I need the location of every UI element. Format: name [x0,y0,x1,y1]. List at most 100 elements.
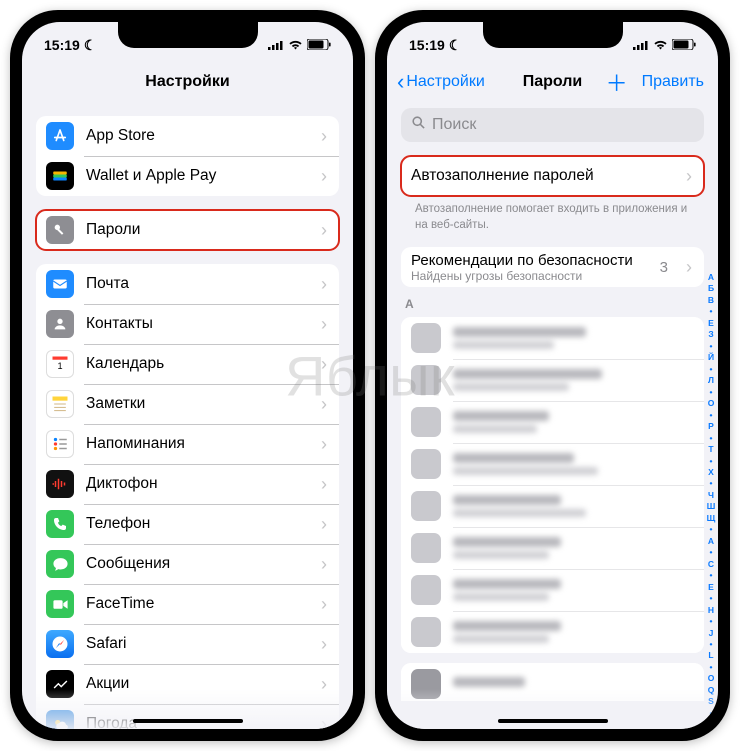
password-item[interactable] [401,317,704,359]
row-label: Автозаполнение паролей [411,167,674,185]
phone-right: 15:19 ☾ ‹ Настройки Пароли ＋ Править [375,10,730,741]
chevron-right-icon: › [321,474,327,495]
row-stocks[interactable]: Акции› [36,664,339,704]
chevron-right-icon: › [321,514,327,535]
row-passwords[interactable]: Пароли › [36,210,339,250]
search-placeholder: Поиск [432,116,476,134]
row-label: Почта [86,275,309,293]
password-item[interactable] [401,359,704,401]
cellular-icon [268,37,284,53]
password-list [401,317,704,653]
row-mail[interactable]: Почта › [36,264,339,304]
row-safari[interactable]: Safari › [36,624,339,664]
battery-icon [307,37,331,53]
password-item[interactable] [401,443,704,485]
facetime-icon [46,590,74,618]
page-title: Пароли [523,73,583,91]
group-apps: Почта › Контакты › 1 Календарь› Заметки › [36,264,339,729]
password-item[interactable] [401,611,704,653]
row-label: Заметки [86,395,309,413]
chevron-right-icon: › [321,314,327,335]
site-avatar [411,491,441,521]
chevron-right-icon: › [321,634,327,655]
chevron-right-icon: › [321,594,327,615]
row-voice-memos[interactable]: Диктофон › [36,464,339,504]
search-icon [411,115,426,135]
home-indicator[interactable] [133,719,243,723]
row-facetime[interactable]: FaceTime› [36,584,339,624]
search-input[interactable]: Поиск [401,108,704,142]
row-label: Пароли [86,221,309,239]
chevron-right-icon: › [321,354,327,375]
group-security-recs: Рекомендации по безопасности Найдены угр… [401,247,704,287]
autofill-hint: Автозаполнение помогает входить в прилож… [401,196,704,233]
row-label: Напоминания [86,435,309,453]
row-phone[interactable]: Телефон › [36,504,339,544]
row-messages[interactable]: Сообщения› [36,544,339,584]
password-item[interactable] [401,401,704,443]
person-icon [46,310,74,338]
calendar-icon: 1 [46,350,74,378]
password-list [401,663,704,701]
row-app-store[interactable]: App Store › [36,116,339,156]
do-not-disturb-icon: ☾ [449,37,462,54]
row-notes[interactable]: Заметки › [36,384,339,424]
notch [118,22,258,48]
password-item[interactable] [401,527,704,569]
row-calendar[interactable]: 1 Календарь› [36,344,339,384]
site-avatar [411,617,441,647]
chevron-right-icon: › [321,166,327,187]
wifi-icon [653,37,668,53]
row-autofill-passwords[interactable]: Автозаполнение паролей › [401,156,704,196]
count-badge: 3 [660,259,668,276]
note-icon [46,390,74,418]
nav-bar: ‹ Настройки Пароли ＋ Править [387,62,718,102]
row-label: Телефон [86,515,309,533]
row-label: App Store [86,127,309,145]
voice-memos-icon [46,470,74,498]
row-label: Диктофон [86,475,309,493]
mail-icon [46,270,74,298]
chevron-left-icon: ‹ [397,69,404,95]
row-security-recommendations[interactable]: Рекомендации по безопасности Найдены угр… [401,247,704,287]
row-label: Wallet и Apple Pay [86,167,309,185]
status-time: 15:19 [44,37,80,53]
alphabet-index[interactable]: AБВЕЗЙЛОРТХЧШЩАСЕНJLOQSUXZ# [705,272,717,713]
chevron-right-icon: › [686,257,692,278]
weather-icon [46,710,74,729]
battery-icon [672,37,696,53]
add-button[interactable]: ＋ [606,66,628,98]
phone-icon [46,510,74,538]
group-autofill: Автозаполнение паролей › [401,156,704,196]
row-label: Акции [86,675,309,693]
back-label: Настройки [406,73,484,91]
password-item[interactable] [401,485,704,527]
row-contacts[interactable]: Контакты › [36,304,339,344]
home-indicator[interactable] [498,719,608,723]
chevron-right-icon: › [321,394,327,415]
do-not-disturb-icon: ☾ [84,37,97,54]
wifi-icon [288,37,303,53]
chevron-right-icon: › [321,274,327,295]
edit-button[interactable]: Править [642,73,704,91]
back-button[interactable]: ‹ Настройки [397,69,485,95]
password-item[interactable] [401,663,704,701]
nav-bar: Настройки [22,62,353,102]
site-avatar [411,575,441,605]
row-wallet[interactable]: Wallet и Apple Pay › [36,156,339,196]
password-item[interactable] [401,569,704,611]
safari-icon [46,630,74,658]
wallet-icon [46,162,74,190]
row-label: Safari [86,635,309,653]
key-icon [46,216,74,244]
site-avatar [411,365,441,395]
row-reminders[interactable]: Напоминания› [36,424,339,464]
row-label: Контакты [86,315,309,333]
row-label: Сообщения [86,555,309,573]
site-avatar [411,669,441,699]
messages-icon [46,550,74,578]
row-weather[interactable]: Погода› [36,704,339,729]
chevron-right-icon: › [321,714,327,730]
chevron-right-icon: › [321,220,327,241]
group-passwords: Пароли › [36,210,339,250]
